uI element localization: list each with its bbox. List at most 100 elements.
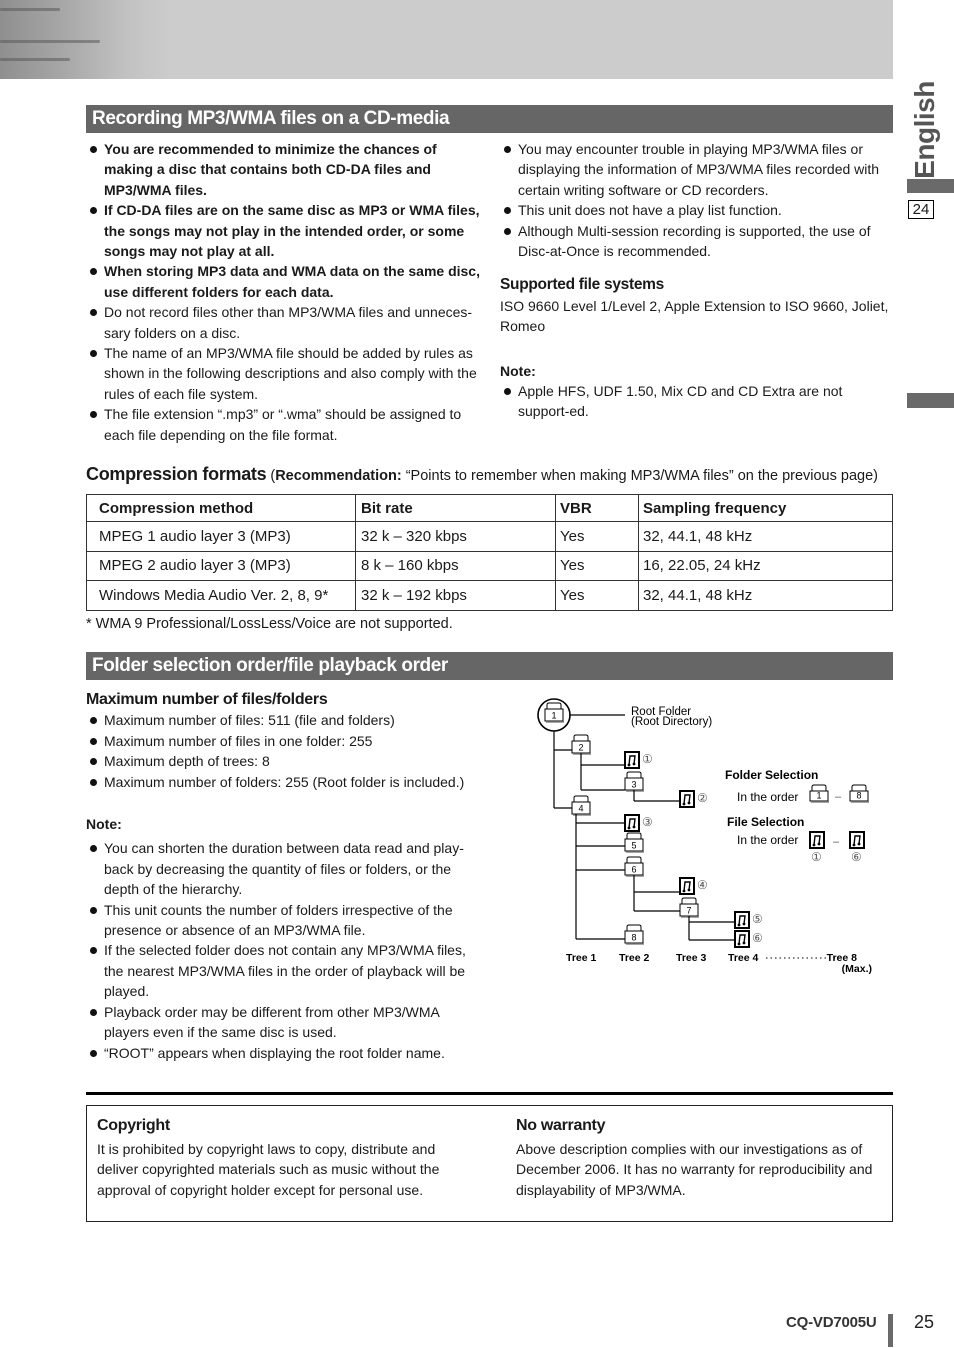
folder-number: 8 — [631, 933, 636, 943]
folder-tab-icon — [626, 856, 642, 863]
table-cell: MPEG 2 audio layer 3 (MP3) — [86, 550, 356, 581]
folder-number: 3 — [631, 780, 636, 790]
bullet-item: You may encounter trouble in playing MP3… — [500, 139, 893, 200]
note-item: “ROOT” appears when displaying the root … — [86, 1043, 481, 1063]
folder-tab-icon — [573, 734, 589, 741]
music-note-head — [742, 922, 746, 926]
bullet-item: Maximum number of files in one folder: 2… — [86, 731, 481, 751]
compression-heading: Compression formats (Recommendation: “Po… — [86, 464, 878, 485]
recording-right-column: You may encounter trouble in playing MP3… — [500, 139, 893, 422]
supported-fs-text: ISO 9660 Level 1/Level 2, Apple Extensio… — [500, 297, 889, 335]
supported-fs-heading: Supported file systems — [500, 276, 664, 294]
music-note-head — [742, 941, 746, 945]
music-file-icon — [734, 930, 750, 948]
column-header: Sampling frequency — [638, 494, 893, 522]
tree-label: Tree 1 — [566, 952, 597, 964]
music-file-icon — [679, 877, 695, 895]
folder-number: 1 — [816, 791, 821, 801]
folder-number: 8 — [856, 791, 861, 801]
table-row: Windows Media Audio Ver. 2, 8, 9* 32 k –… — [86, 580, 893, 611]
music-file-icon — [849, 831, 865, 849]
recommendation-text: “Points to remember when making MP3/WMA … — [401, 468, 878, 484]
table-cell: 32, 44.1, 48 kHz — [638, 580, 893, 611]
bullet-item: You are recommended to minimize the chan… — [86, 139, 481, 200]
side-page-number: 24 — [908, 200, 934, 219]
tree-label: Tree 3 — [676, 952, 707, 964]
note-item: This unit counts the number of folders i… — [86, 900, 481, 941]
music-note-head — [737, 942, 741, 946]
music-file-icon — [624, 814, 640, 832]
folder-number: 1 — [551, 711, 556, 721]
warranty-text: Above description complies with our inve… — [516, 1140, 873, 1198]
tree-label: Tree 4 — [728, 952, 759, 964]
bullet-item: When storing MP3 data and WMA data on th… — [86, 261, 481, 302]
file-order-number: ⑤ — [752, 912, 763, 926]
column-header: VBR — [555, 494, 639, 522]
column-header: Bit rate — [355, 494, 556, 522]
banner-streak — [0, 8, 60, 11]
bullet-item: Maximum number of files: 511 (file and f… — [86, 710, 481, 730]
music-note-head — [682, 889, 686, 893]
folder-number: 6 — [631, 865, 636, 875]
section-heading-folder-order: Folder selection order/file playback ord… — [86, 652, 893, 680]
file-selection-order: In the order — [737, 833, 798, 847]
music-note-head — [682, 802, 686, 806]
copyright-block: Copyright It is prohibited by copyright … — [97, 1116, 467, 1200]
music-file-icon — [809, 831, 825, 849]
folder-tab-icon — [573, 795, 589, 802]
note-item: Apple HFS, UDF 1.50, Mix CD and CD Extra… — [500, 381, 893, 422]
tree-max-label: (Max.) — [842, 963, 872, 975]
table-cell: 8 k – 160 kbps — [355, 550, 556, 581]
compression-table: Compression method Bit rate VBR Sampling… — [86, 494, 893, 611]
music-note-head — [632, 762, 636, 766]
max-files-heading: Maximum number of files/folders — [86, 691, 328, 708]
music-note-head — [737, 923, 741, 927]
music-note-head — [687, 801, 691, 805]
range-dash: – — [835, 791, 842, 803]
folder-tab-icon — [626, 771, 642, 778]
note-bullets: You can shorten the duration between dat… — [86, 838, 481, 1062]
bullet-item: If CD-DA files are on the same disc as M… — [86, 200, 481, 261]
recording-bullets: You are recommended to minimize the chan… — [86, 139, 481, 445]
language-label: English — [909, 81, 940, 179]
recording-left-column: You are recommended to minimize the chan… — [86, 139, 481, 445]
folder-tab-icon — [546, 702, 562, 709]
file-order-number: ② — [697, 791, 708, 805]
divider — [86, 1092, 893, 1095]
folder-selection-title: Folder Selection — [725, 768, 818, 782]
music-note-head — [857, 842, 861, 846]
music-file-icon — [679, 790, 695, 808]
table-cell: Yes — [555, 521, 639, 552]
folder-number: 7 — [686, 906, 691, 916]
bullet-item: The file extension “.mp3” or “.wma” shou… — [86, 404, 481, 445]
paren: ( — [266, 468, 276, 484]
note-item: You can shorten the duration between dat… — [86, 838, 481, 899]
table-row: MPEG 1 audio layer 3 (MP3) 32 k – 320 kb… — [86, 521, 893, 552]
banner-streak — [0, 40, 100, 43]
table-footnote: * WMA 9 Professional/LossLess/Voice are … — [86, 616, 453, 632]
compression-title: Compression formats — [86, 464, 267, 484]
warranty-heading: No warranty — [516, 1117, 606, 1134]
folder-tree-diagram: 1 Root Folder(Root Directory)24①3②③568④7⑤… — [537, 698, 872, 975]
recording-bullets-right: You may encounter trouble in playing MP3… — [500, 139, 893, 261]
language-tab: English — [905, 81, 945, 179]
music-note-head — [812, 843, 816, 847]
copyright-heading: Copyright — [97, 1117, 170, 1134]
file-order-number: ① — [811, 850, 822, 864]
file-order-number: ④ — [697, 878, 708, 892]
note-item: Playback order may be different from oth… — [86, 1002, 481, 1043]
root-folder-label: (Root Directory) — [631, 716, 712, 728]
music-note-head — [817, 842, 821, 846]
table-header-row: Compression method Bit rate VBR Sampling… — [86, 494, 893, 522]
side-marker — [907, 179, 954, 193]
music-note-head — [627, 763, 631, 767]
warranty-block: No warranty Above description complies w… — [516, 1116, 886, 1200]
music-note-head — [687, 888, 691, 892]
page-number: 25 — [914, 1312, 935, 1332]
folder-number: 5 — [631, 841, 636, 851]
copyright-text: It is prohibited by copyright laws to co… — [97, 1140, 440, 1198]
section-heading-recording: Recording MP3/WMA files on a CD-media — [86, 105, 893, 133]
bullet-item: This unit does not have a play list func… — [500, 200, 893, 220]
music-note-head — [852, 843, 856, 847]
bullet-item: Maximum depth of trees: 8 — [86, 751, 481, 771]
